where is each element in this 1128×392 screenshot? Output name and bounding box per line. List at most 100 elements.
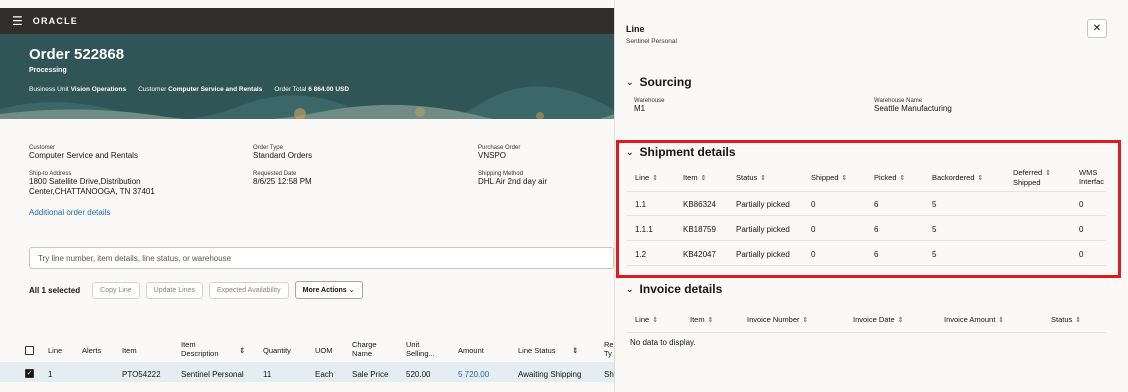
col-status[interactable]: Status ⇕ <box>1051 315 1081 325</box>
sort-icon: ⇕ <box>1075 317 1082 324</box>
col-invoice-number[interactable]: Invoice Number ⇕ <box>747 315 808 325</box>
customer-label: Customer <box>138 86 167 93</box>
cell-unit-price: 520.00 <box>406 370 431 379</box>
col-invoice-date-label: Invoice Date <box>853 315 895 324</box>
sort-icon: ⇕ <box>652 317 659 324</box>
drawer-subtitle: Sentinel Personal <box>626 38 677 45</box>
col-truncated-1: Re <box>604 340 614 349</box>
additional-order-details-link[interactable]: Additional order details <box>29 208 110 217</box>
warehouse-value: M1 <box>634 104 646 113</box>
cell-charge-name: Sale Price <box>352 370 389 379</box>
close-icon: ✕ <box>1092 23 1102 34</box>
cell-line: 1 <box>48 370 53 379</box>
cell-amount-link[interactable]: 5 720.00 <box>458 370 489 379</box>
lines-toolbar: All 1 selected Copy Line Update Lines Ex… <box>29 281 363 299</box>
customer-value: Computer Service and Rentals <box>168 86 263 93</box>
chevron-down-icon: ⌄ <box>348 287 355 294</box>
col-charge-name[interactable]: Charge Name <box>352 340 377 358</box>
update-lines-button[interactable]: Update Lines <box>145 281 203 299</box>
cell-uom: Each <box>315 370 334 379</box>
col-invoice-date[interactable]: Invoice Date ⇕ <box>853 315 904 325</box>
order-status: Processing <box>29 67 67 74</box>
order-meta: Business Unit Vision Operations Customer… <box>29 86 349 93</box>
order-page: ☰ ORACLE Order 522868 Processing Busines… <box>0 0 614 392</box>
shipment-highlight-box <box>616 140 1121 278</box>
col-unit-selling-price-1: Unit <box>406 340 420 349</box>
purchase-order-field: Purchase Order VNSPO <box>478 145 520 161</box>
more-actions-label: More Actions <box>302 287 347 294</box>
cell-line-status: Awaiting Shipping <box>518 370 582 379</box>
sort-icon[interactable]: ⇕ <box>572 346 578 355</box>
expected-availability-button[interactable]: Expected Availability <box>208 281 289 299</box>
shipping-method-field: Shipping Method DHL Air 2nd day air <box>478 171 547 187</box>
col-status-label: Status <box>1051 315 1073 324</box>
cell-truncated: Sh <box>604 370 614 379</box>
ship-to-field: Ship-to Address 1800 Satellite Drive,Dis… <box>29 171 155 197</box>
chevron-down-icon: ⌄ <box>626 283 634 294</box>
business-unit-label: Business Unit <box>29 86 69 93</box>
warehouse-name-field: Warehouse Name Seattle Manufacturing <box>874 98 952 114</box>
shipping-method-value: DHL Air 2nd day air <box>478 177 548 186</box>
order-header: Order 522868 Processing Business Unit Vi… <box>0 34 614 119</box>
top-bar: ☰ ORACLE <box>0 8 614 34</box>
drawer-title: Line <box>626 24 645 34</box>
order-type-field: Order Type Standard Orders <box>253 145 312 161</box>
col-quantity[interactable]: Quantity <box>263 346 291 355</box>
lines-search-input[interactable]: Try line number, item details, line stat… <box>29 247 614 269</box>
col-line[interactable]: Line ⇕ <box>635 315 658 325</box>
col-charge-name-1: Charge <box>352 340 377 349</box>
col-invoice-amount-label: Invoice Amount <box>944 315 996 324</box>
col-item[interactable]: Item <box>122 346 137 355</box>
col-line-label: Line <box>635 315 650 324</box>
ship-to-line-1: 1800 Satellite Drive,Distribution <box>29 177 141 186</box>
ship-to-line-2: Center,CHATTANOOGA, TN 37401 <box>29 187 155 196</box>
hamburger-icon[interactable]: ☰ <box>12 15 23 27</box>
sourcing-section-toggle[interactable]: ⌄ Sourcing <box>626 75 692 89</box>
col-line-status[interactable]: Line Status <box>518 346 556 355</box>
col-invoice-amount[interactable]: Invoice Amount ⇕ <box>944 315 1004 325</box>
order-type-value: Standard Orders <box>253 151 313 160</box>
sort-icon: ⇕ <box>802 317 809 324</box>
requested-date-value: 8/6/25 12:58 PM <box>253 177 312 186</box>
col-line[interactable]: Line <box>48 346 62 355</box>
customer-field-value: Computer Service and Rentals <box>29 151 138 160</box>
more-actions-button[interactable]: More Actions ⌄ <box>294 281 363 299</box>
cell-item-description: Sentinel Personal <box>181 370 244 379</box>
col-invoice-number-label: Invoice Number <box>747 315 800 324</box>
row-checkbox[interactable]: ✓ <box>25 369 34 378</box>
select-all-checkbox[interactable] <box>25 346 34 355</box>
col-item[interactable]: Item ⇕ <box>690 315 713 325</box>
requested-date-field: Requested Date 8/6/25 12:58 PM <box>253 171 312 187</box>
col-unit-selling-price[interactable]: Unit Selling... <box>406 340 435 358</box>
selection-count: All 1 selected <box>29 285 81 295</box>
chevron-down-icon: ⌄ <box>626 76 634 87</box>
sort-icon: ⇕ <box>707 317 714 324</box>
col-charge-name-2: Name <box>352 349 373 358</box>
col-truncated[interactable]: Re Ty <box>604 340 614 358</box>
order-title: Order 522868 <box>29 46 125 63</box>
warehouse-name-value: Seattle Manufacturing <box>874 104 952 113</box>
order-total-value: 6 864.00 USD <box>308 86 350 93</box>
sort-icon: ⇕ <box>897 317 904 324</box>
copy-line-button[interactable]: Copy Line <box>92 281 140 299</box>
sort-icon[interactable]: ⇕ <box>239 346 245 355</box>
col-amount[interactable]: Amount <box>458 346 484 355</box>
col-alerts[interactable]: Alerts <box>82 346 101 355</box>
purchase-order-value: VNSPO <box>478 151 507 160</box>
header-divider <box>626 332 1106 333</box>
col-item-label: Item <box>690 315 705 324</box>
invoice-section-toggle[interactable]: ⌄ Invoice details <box>626 282 722 296</box>
col-item-description[interactable]: Item Description <box>181 340 219 358</box>
col-truncated-2: Ty <box>604 349 612 358</box>
col-unit-selling-price-2: Selling... <box>406 349 435 358</box>
empty-message: No data to display. <box>630 338 696 347</box>
oracle-logo: ORACLE <box>32 16 78 26</box>
customer-field: Customer Computer Service and Rentals <box>29 145 138 161</box>
cell-item: PTO54222 <box>122 370 161 379</box>
sourcing-title: Sourcing <box>639 75 692 89</box>
close-button[interactable]: ✕ <box>1087 19 1107 38</box>
col-uom[interactable]: UOM <box>315 346 333 355</box>
cell-quantity: 11 <box>263 370 272 379</box>
business-unit-value: Vision Operations <box>70 86 127 93</box>
col-item-description-1: Item <box>181 340 196 349</box>
